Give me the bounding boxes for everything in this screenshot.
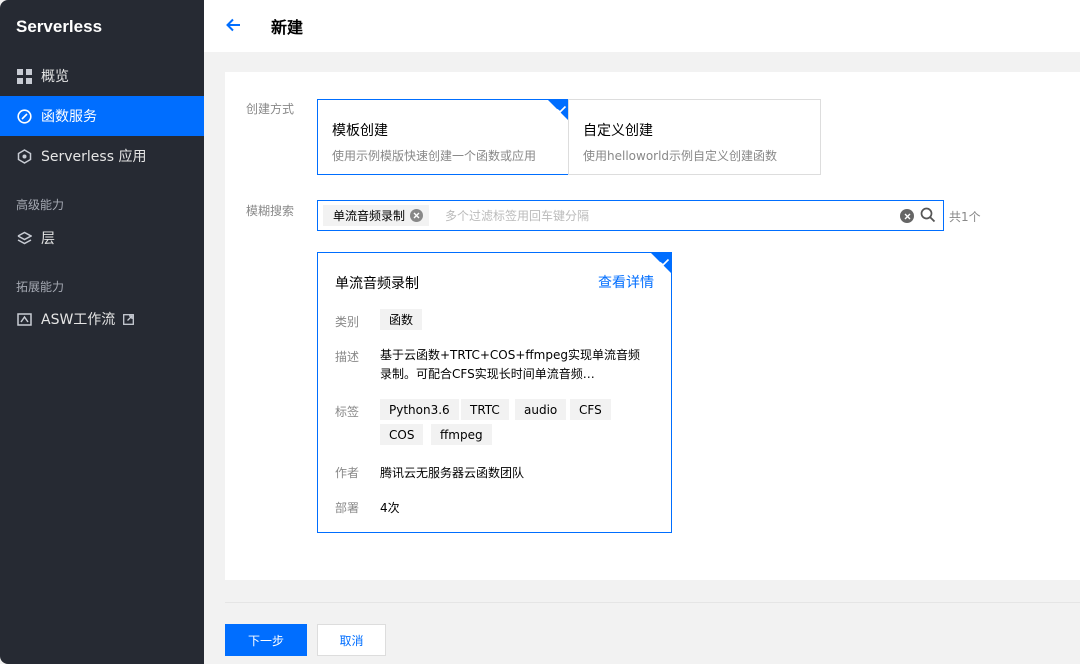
sidebar-item-label: Serverless 应用 [41,149,147,165]
template-title: 单流音频录制 [335,276,419,292]
app-icon [16,148,32,164]
search-label: 模糊搜索 [246,204,295,218]
search-input[interactable] [445,206,885,226]
deploy-count: 4次 [380,501,400,515]
desc-label: 描述 [335,350,360,364]
sidebar: Serverless 概览 函数服务 Serverless 应用 高级能力 层 … [0,0,204,664]
layers-icon [16,230,32,246]
fuzzy-search-box[interactable]: 单流音频录制 [317,200,944,231]
deploy-label: 部署 [335,501,360,515]
tags-label: 标签 [335,405,360,419]
method-desc: 使用helloworld示例自定义创建函数 [583,149,778,163]
method-title: 自定义创建 [583,123,653,139]
sidebar-item-label: 函数服务 [41,109,97,125]
create-form-panel: 创建方式 模板创建 使用示例模版快速创建一个函数或应用 自定义创建 使用hell… [225,72,1080,580]
tag-badge: CFS [570,399,611,420]
sidebar-item-overview[interactable]: 概览 [0,56,204,96]
nav-group-extended: 拓展能力 [16,280,65,294]
author-value: 腾讯云无服务器云函数团队 [380,466,525,480]
sidebar-item-serverless-app[interactable]: Serverless 应用 [0,136,204,176]
sidebar-item-label: 层 [41,231,55,247]
template-desc: 基于云函数+TRTC+COS+ffmpeg实现单流音频录制。可配合CFS实现长时… [380,348,640,381]
template-card[interactable]: 单流音频录制 查看详情 类别 函数 描述 基于云函数+TRTC+COS+ffmp… [317,252,672,533]
sidebar-item-label: ASW工作流 [41,312,116,328]
view-detail-link[interactable]: 查看详情 [598,272,654,292]
page-title: 新建 [271,18,304,37]
check-icon [658,253,670,267]
tag-badge: COS [380,424,424,445]
search-icon[interactable] [920,207,936,223]
brand-title: Serverless [16,17,103,36]
search-tag-label: 单流音频录制 [333,209,406,223]
category-badge: 函数 [380,309,423,330]
method-custom-card[interactable]: 自定义创建 使用helloworld示例自定义创建函数 [568,99,821,175]
workflow-icon [16,311,32,327]
back-arrow-icon[interactable] [224,15,244,35]
tag-badge: audio [515,399,567,420]
check-icon [555,100,567,114]
external-link-icon [123,313,135,325]
method-template-card[interactable]: 模板创建 使用示例模版快速创建一个函数或应用 [317,99,569,175]
tag-badge: TRTC [461,399,509,420]
method-title: 模板创建 [332,123,388,139]
sidebar-item-label: 概览 [41,69,69,85]
clear-icon[interactable] [900,209,914,223]
result-count: 共1个 [949,210,981,224]
author-label: 作者 [335,466,360,480]
grid-icon [16,68,32,84]
next-button[interactable]: 下一步 [225,624,307,656]
tag-badge: Python3.6 [380,399,459,420]
method-desc: 使用示例模版快速创建一个函数或应用 [332,149,537,163]
function-icon [16,108,32,124]
sidebar-item-layer[interactable]: 层 [0,218,204,258]
sidebar-item-functions[interactable]: 函数服务 [0,96,204,136]
category-label: 类别 [335,315,360,329]
tag-badge: ffmpeg [431,424,492,445]
remove-tag-icon[interactable] [410,209,424,222]
nav-group-advanced: 高级能力 [16,198,65,212]
sidebar-item-asw[interactable]: ASW工作流 [0,299,204,339]
cancel-button[interactable]: 取消 [317,624,386,656]
search-tag-chip: 单流音频录制 [323,205,430,226]
method-label: 创建方式 [246,102,295,116]
page-header: 新建 [204,0,1080,52]
footer-divider [225,602,1080,603]
